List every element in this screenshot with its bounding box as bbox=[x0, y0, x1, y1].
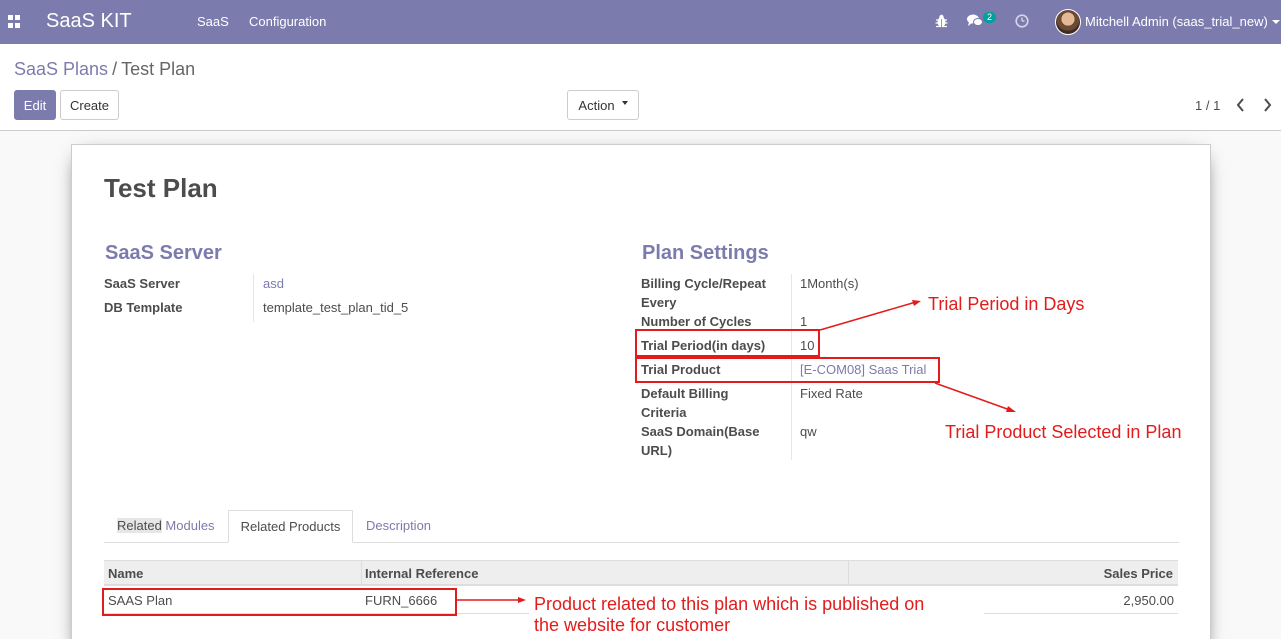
annotation-product-line-1: Product related to this plan which is pu… bbox=[534, 594, 925, 614]
create-button[interactable]: Create bbox=[60, 90, 119, 120]
group-title-saas-server: SaaS Server bbox=[105, 242, 222, 264]
top-navbar: SaaS KIT SaaS Configuration 2 Mitchell A… bbox=[0, 0, 1281, 44]
field-value-billing-cycle: 1Month(s) bbox=[800, 276, 859, 291]
field-value-default-billing-criteria: Fixed Rate bbox=[800, 386, 863, 401]
field-label-db-template: DB Template bbox=[104, 300, 183, 315]
column-header-sales-price[interactable]: Sales Price bbox=[1104, 566, 1173, 581]
tab-highlight: Related bbox=[117, 518, 162, 533]
action-dropdown[interactable]: Action bbox=[567, 90, 639, 120]
field-divider bbox=[253, 274, 254, 322]
column-header-name[interactable]: Name bbox=[108, 566, 143, 581]
bug-icon[interactable] bbox=[935, 14, 948, 28]
tab-description[interactable]: Description bbox=[366, 518, 431, 533]
record-title: Test Plan bbox=[104, 173, 218, 203]
pager-value[interactable]: 1 / 1 bbox=[1195, 98, 1220, 113]
tab-label-rest: Modules bbox=[161, 518, 215, 533]
breadcrumb-current: Test Plan bbox=[121, 59, 196, 79]
breadcrumb: SaaS Plans / Test Plan bbox=[14, 59, 195, 80]
breadcrumb-separator: / bbox=[112, 59, 118, 79]
highlight-box-trial-period bbox=[635, 329, 820, 357]
annotation-product-line-2: the website for customer bbox=[534, 615, 731, 635]
field-label-saas-server: SaaS Server bbox=[104, 276, 180, 291]
chevron-right-icon[interactable] bbox=[1263, 98, 1272, 112]
field-label-default-billing-criteria: Default Billing Criteria bbox=[641, 386, 729, 420]
field-value-db-template: template_test_plan_tid_5 bbox=[263, 300, 409, 315]
column-divider bbox=[361, 561, 362, 585]
column-header-internal-reference[interactable]: Internal Reference bbox=[365, 566, 478, 581]
control-panel: SaaS Plans / Test Plan Edit Create Action … bbox=[0, 44, 1281, 131]
message-count-badge: 2 bbox=[983, 12, 997, 23]
highlight-box-trial-product bbox=[635, 357, 940, 383]
menu-saas[interactable]: SaaS bbox=[197, 14, 229, 29]
field-label-saas-domain: SaaS Domain(Base URL) bbox=[641, 424, 760, 458]
group-title-plan-settings: Plan Settings bbox=[642, 242, 769, 264]
highlight-box-related-product bbox=[102, 588, 457, 616]
menu-configuration[interactable]: Configuration bbox=[249, 14, 326, 29]
field-value-saas-domain: qw bbox=[800, 424, 817, 439]
chevron-left-icon[interactable] bbox=[1236, 98, 1245, 112]
app-brand[interactable]: SaaS KIT bbox=[46, 10, 132, 33]
clock-icon[interactable] bbox=[1015, 14, 1029, 28]
caret-down-icon bbox=[621, 101, 628, 105]
apps-icon[interactable] bbox=[8, 15, 22, 29]
tab-related-products[interactable]: Related Products bbox=[228, 510, 353, 543]
chevron-down-icon[interactable] bbox=[1272, 20, 1280, 24]
action-label: Action bbox=[578, 97, 615, 113]
column-divider bbox=[848, 561, 849, 585]
annotation-trial-product: Trial Product Selected in Plan bbox=[945, 422, 1182, 442]
cell-sales-price: 2,950.00 bbox=[1123, 593, 1174, 608]
breadcrumb-parent[interactable]: SaaS Plans bbox=[14, 59, 108, 79]
edit-button[interactable]: Edit bbox=[14, 90, 56, 120]
field-label-billing-cycle: Billing Cycle/Repeat Every bbox=[641, 276, 766, 310]
annotation-trial-period: Trial Period in Days bbox=[928, 294, 1085, 314]
user-menu[interactable]: Mitchell Admin (saas_trial_new) bbox=[1085, 14, 1268, 29]
chat-icon[interactable] bbox=[967, 14, 983, 28]
field-value-saas-server[interactable]: asd bbox=[263, 274, 284, 293]
table-header: Name Internal Reference Sales Price bbox=[104, 560, 1178, 586]
avatar[interactable] bbox=[1055, 9, 1081, 35]
tab-related-modules[interactable]: Related Modules bbox=[117, 518, 215, 533]
